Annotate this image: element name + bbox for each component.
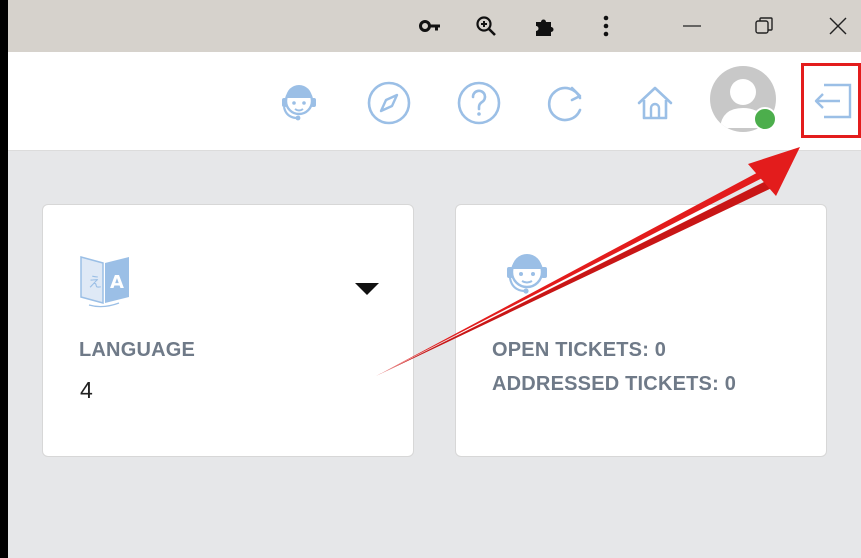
language-dropdown-caret[interactable] bbox=[355, 283, 379, 295]
online-status-dot bbox=[753, 107, 777, 131]
addressed-tickets-label: ADDRESSED TICKETS: 0 bbox=[492, 373, 737, 395]
tickets-card[interactable]: OPEN TICKETS: 0 ADDRESSED TICKETS: 0 bbox=[455, 204, 827, 457]
support-agent-icon[interactable] bbox=[274, 78, 324, 128]
svg-text:A: A bbox=[110, 272, 124, 293]
language-card[interactable]: え A LANGUAGE 4 bbox=[42, 204, 414, 457]
help-icon[interactable] bbox=[454, 78, 504, 128]
restore-icon[interactable] bbox=[752, 14, 776, 38]
zoom-in-icon[interactable] bbox=[474, 14, 498, 38]
svg-text:え: え bbox=[88, 275, 102, 291]
more-vert-icon[interactable] bbox=[594, 14, 618, 38]
refresh-icon[interactable] bbox=[542, 78, 592, 128]
logout-highlight-box bbox=[801, 63, 861, 138]
support-agent-icon bbox=[500, 245, 554, 308]
language-count: 4 bbox=[80, 377, 93, 403]
compass-icon[interactable] bbox=[364, 78, 414, 128]
browser-toolbar bbox=[8, 0, 861, 52]
open-tickets-label: OPEN TICKETS: 0 bbox=[492, 339, 667, 361]
minimize-icon[interactable] bbox=[680, 14, 704, 38]
key-icon[interactable] bbox=[418, 14, 442, 38]
home-icon[interactable] bbox=[630, 78, 680, 128]
translate-icon: え A bbox=[79, 251, 135, 314]
app-window: え A LANGUAGE 4 OPEN TICKETS: 0 ADDRESSED… bbox=[8, 0, 861, 558]
close-icon[interactable] bbox=[826, 14, 850, 38]
puzzle-icon[interactable] bbox=[532, 14, 556, 38]
app-header bbox=[8, 52, 861, 151]
language-label: LANGUAGE bbox=[79, 339, 196, 361]
